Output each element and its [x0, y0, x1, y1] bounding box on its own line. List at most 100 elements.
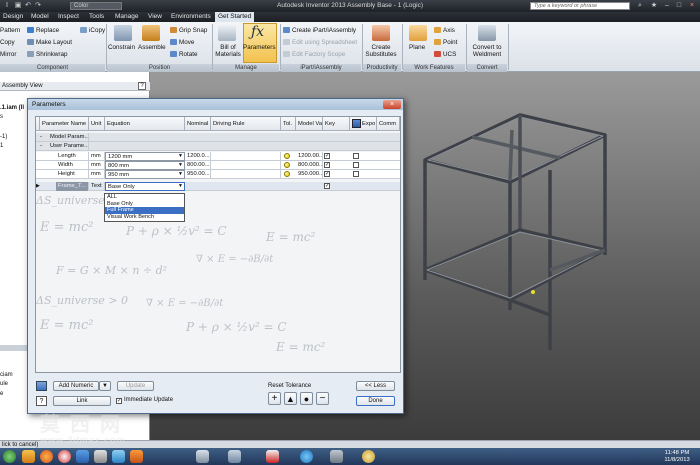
- color-dropdown[interactable]: Color: [70, 2, 122, 10]
- equation-combo[interactable]: 950 mm: [105, 170, 185, 179]
- star-icon[interactable]: ★: [650, 2, 658, 10]
- tab-design[interactable]: Design: [0, 12, 26, 22]
- plane-button[interactable]: Plane: [409, 44, 425, 51]
- link-button[interactable]: Link: [53, 396, 111, 406]
- browser-help-icon[interactable]: ?: [138, 82, 146, 90]
- export-column-icon[interactable]: [352, 119, 361, 128]
- key-checkbox[interactable]: ✓: [324, 171, 330, 177]
- replace-button[interactable]: Replace: [27, 27, 59, 34]
- bill-of-materials-icon[interactable]: [218, 25, 236, 41]
- param-name[interactable]: Width: [56, 161, 89, 170]
- key-checkbox[interactable]: ✓: [324, 183, 330, 189]
- browser-item[interactable]: -1): [0, 134, 7, 140]
- key-checkbox[interactable]: ✓: [324, 162, 330, 168]
- chevron-down-icon[interactable]: ▼: [178, 182, 183, 191]
- tolerance-bulb-icon[interactable]: [284, 171, 290, 177]
- move-button[interactable]: Move: [170, 39, 194, 46]
- pattern-button[interactable]: Pattern: [0, 27, 20, 34]
- param-driving-rule[interactable]: [211, 161, 281, 170]
- assemble-icon[interactable]: [142, 25, 160, 41]
- make-layout-button[interactable]: Make Layout: [27, 39, 72, 46]
- column-header-parameter-name[interactable]: Parameter Name: [40, 117, 89, 131]
- browser-view-dropdown[interactable]: Assembly View: [2, 83, 43, 89]
- redo-icon[interactable]: ↷: [34, 2, 42, 10]
- edit-factory-scope-button[interactable]: Edit Factory Scope: [283, 51, 345, 58]
- equation-combo[interactable]: 1200 mm: [105, 152, 185, 161]
- column-header-nominal[interactable]: Nominal: [185, 117, 211, 131]
- mirror-button[interactable]: Mirror: [0, 51, 16, 58]
- param-name[interactable]: Height: [56, 170, 89, 179]
- expand-icon[interactable]: -: [40, 133, 44, 142]
- export-checkbox[interactable]: [353, 153, 359, 159]
- assemble-button[interactable]: Assemble: [138, 44, 166, 51]
- column-header-model-value[interactable]: Model Va: [296, 117, 323, 131]
- frame-model[interactable]: [400, 100, 700, 360]
- save-icon[interactable]: ▣: [14, 2, 22, 10]
- export-checkbox[interactable]: [353, 162, 359, 168]
- upper-tolerance-icon[interactable]: +: [268, 392, 281, 405]
- tab-inspect[interactable]: Inspect: [55, 12, 82, 22]
- tolerance-bulb-icon[interactable]: [284, 153, 290, 159]
- parameters-icon[interactable]: ƒx: [251, 24, 264, 40]
- search-icon[interactable]: ⌕: [636, 2, 644, 10]
- close-icon[interactable]: ×: [688, 2, 696, 10]
- icopy-button[interactable]: iCopy: [80, 27, 105, 34]
- convert-to-weldment-button[interactable]: Convert to Weldment: [468, 44, 506, 58]
- browser-item[interactable]: e: [0, 391, 3, 397]
- median-tolerance-icon[interactable]: ▲: [284, 392, 297, 405]
- browser-item[interactable]: 1: [0, 143, 3, 149]
- browser-item[interactable]: s: [0, 114, 3, 120]
- app-logo-icon[interactable]: I: [3, 2, 11, 10]
- parameters-button[interactable]: Parameters: [243, 44, 276, 51]
- bill-of-materials-button[interactable]: Bill of Materials: [214, 44, 242, 58]
- tab-get-started[interactable]: Get Started: [215, 12, 255, 22]
- equation-combo[interactable]: 800 mm: [105, 161, 185, 170]
- shrinkwrap-button[interactable]: Shrinkwrap: [27, 51, 68, 58]
- point-button[interactable]: Point: [434, 39, 457, 46]
- constrain-button[interactable]: Constrain: [108, 44, 135, 51]
- create-substitutes-button[interactable]: Create Substitutes: [363, 44, 399, 58]
- chevron-down-icon[interactable]: ▼: [178, 170, 183, 179]
- axis-button[interactable]: Axis: [434, 27, 455, 34]
- grip-snap-button[interactable]: Grip Snap: [170, 27, 207, 34]
- model-parameters-group[interactable]: [36, 133, 400, 142]
- done-button[interactable]: Done: [356, 396, 395, 406]
- undo-icon[interactable]: ↶: [24, 2, 32, 10]
- app-icon[interactable]: [362, 450, 375, 463]
- tab-tools[interactable]: Tools: [86, 12, 107, 22]
- collapse-icon[interactable]: -: [40, 142, 44, 151]
- create-substitutes-icon[interactable]: [372, 25, 390, 41]
- param-name[interactable]: Frame_T...: [56, 182, 89, 191]
- edit-spreadsheet-button[interactable]: Edit using Spreadsheet: [283, 39, 357, 46]
- ucs-button[interactable]: UCS: [434, 51, 456, 58]
- equation-combo-active[interactable]: Base Only: [105, 182, 185, 191]
- minimize-icon[interactable]: –: [663, 2, 671, 10]
- export-checkbox[interactable]: [353, 171, 359, 177]
- lower-tolerance-icon[interactable]: −: [316, 392, 329, 405]
- taskbar-clock[interactable]: 11:48 PM 11/8/2013: [655, 450, 699, 463]
- browser-item[interactable]: ciam: [0, 372, 13, 378]
- add-numeric-button[interactable]: Add Numeric: [53, 381, 99, 391]
- start-button-icon[interactable]: [3, 450, 16, 463]
- app-icon[interactable]: [330, 450, 343, 463]
- chevron-down-icon[interactable]: ▼: [178, 152, 183, 161]
- skype-icon[interactable]: [300, 450, 313, 463]
- plane-icon[interactable]: [409, 25, 427, 41]
- browser-root-item[interactable]: .1.iam (Il: [0, 105, 24, 111]
- column-header-key[interactable]: Key: [323, 117, 350, 131]
- weldment-icon[interactable]: [478, 25, 496, 41]
- tab-manage[interactable]: Manage: [112, 12, 142, 22]
- filter-icon[interactable]: [36, 381, 47, 391]
- param-driving-rule[interactable]: [211, 152, 281, 161]
- rotate-button[interactable]: Rotate: [170, 51, 198, 58]
- create-ipart-button[interactable]: Create iPart/iAssembly: [283, 27, 356, 34]
- dialog-close-icon[interactable]: ×: [383, 100, 401, 109]
- maximize-icon[interactable]: □: [675, 2, 683, 10]
- param-name[interactable]: Length: [56, 152, 89, 161]
- pdf-icon[interactable]: [266, 450, 279, 463]
- param-driving-rule[interactable]: [211, 170, 281, 179]
- nominal-tolerance-icon[interactable]: ●: [300, 392, 313, 405]
- tolerance-bulb-icon[interactable]: [284, 162, 290, 168]
- column-header-tolerance[interactable]: Tol.: [281, 117, 296, 131]
- tab-environments[interactable]: Environments: [168, 12, 214, 22]
